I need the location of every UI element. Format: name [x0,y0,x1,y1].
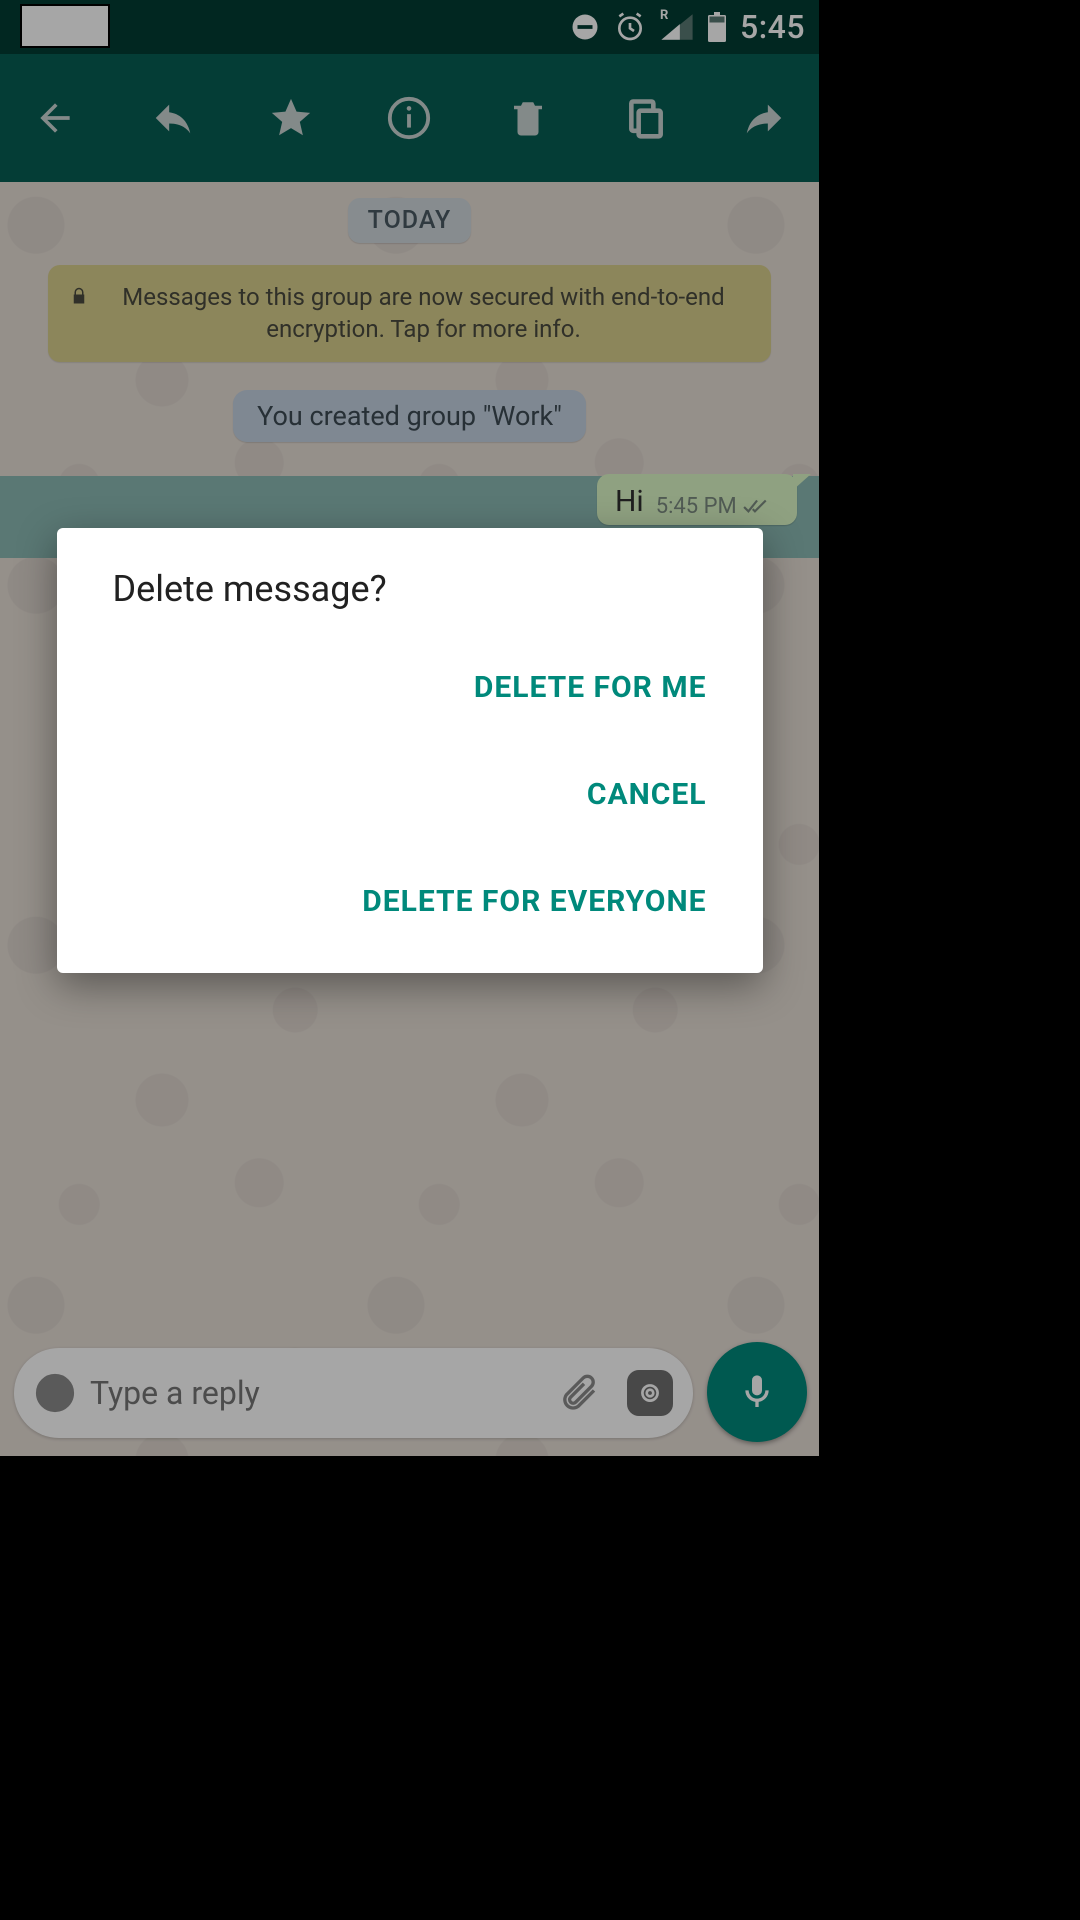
delete-for-everyone-button[interactable]: DELETE FOR EVERYONE [346,848,722,955]
delete-dialog: Delete message? DELETE FOR ME CANCEL DEL… [57,528,763,973]
delete-for-me-button[interactable]: DELETE FOR ME [458,634,723,741]
dialog-title: Delete message? [57,568,763,634]
modal-overlay[interactable]: Delete message? DELETE FOR ME CANCEL DEL… [0,0,819,1456]
cancel-button[interactable]: CANCEL [571,741,723,848]
